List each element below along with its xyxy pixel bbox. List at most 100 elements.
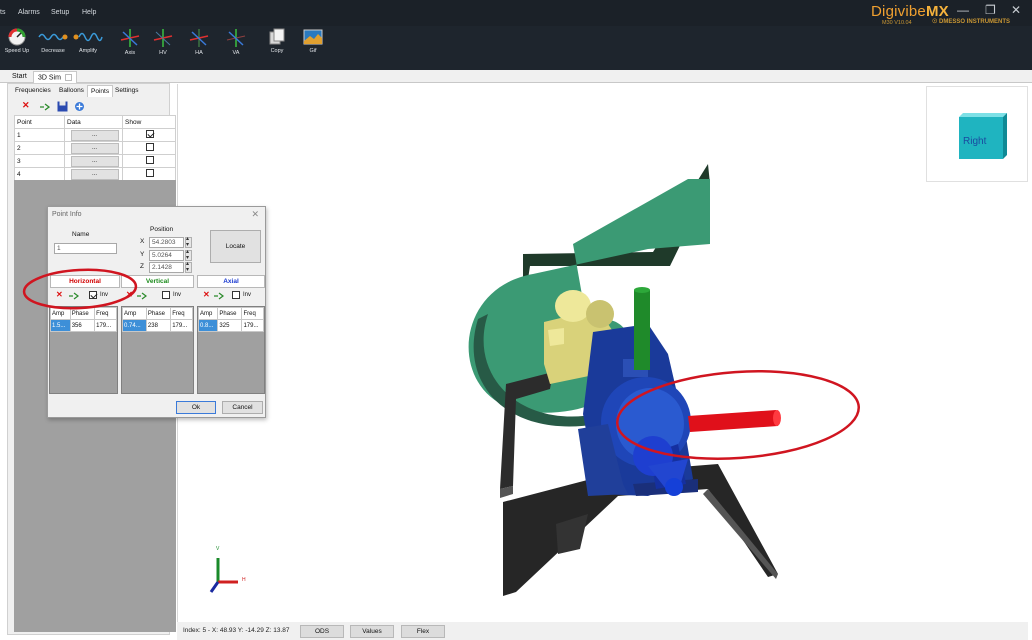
decrease-button[interactable]: Decrease [37, 28, 69, 54]
amp-cell[interactable]: 1.5... [50, 319, 71, 332]
close-icon[interactable]: ✕ [251, 209, 259, 220]
add-point-icon[interactable] [74, 101, 85, 112]
horizontal-highlight-ellipse [22, 268, 138, 310]
menu-item-tools[interactable]: ts [0, 9, 5, 16]
status-bar: Index: 5 - X: 48.93 Y: -14.29 Z: 13.87 O… [177, 622, 1028, 640]
freq-cell[interactable]: 179... [170, 319, 193, 332]
va-axis-icon [226, 29, 246, 47]
name-field[interactable]: 1 [54, 243, 117, 254]
inv-checkbox[interactable] [232, 291, 240, 299]
freq-cell[interactable]: 179... [94, 319, 117, 332]
view-cube-face-label[interactable]: Right [963, 136, 986, 147]
locate-button[interactable]: Locate [210, 230, 261, 263]
menu-item-setup[interactable]: Setup [51, 9, 69, 16]
tab-frequencies[interactable]: Frequencies [12, 85, 54, 97]
dialog-title: Point Info [52, 211, 82, 218]
va-button[interactable]: VA [225, 28, 247, 56]
menu-item-help[interactable]: Help [82, 9, 96, 16]
amplify-button[interactable]: Amplify [72, 28, 104, 54]
3d-viewport[interactable]: V H Right [177, 84, 1028, 622]
tab-points[interactable]: Points [87, 85, 114, 97]
column-header: Data [64, 115, 123, 129]
menu-item-alarms[interactable]: Alarms [18, 9, 40, 16]
axis-icon [120, 29, 140, 47]
axis-button[interactable]: Axis [119, 28, 141, 56]
show-checkbox[interactable] [146, 130, 154, 138]
minimize-icon[interactable]: — [957, 3, 969, 17]
hv-button[interactable]: HV [152, 28, 174, 56]
tab-settings[interactable]: Settings [112, 85, 142, 97]
column-header: Point [14, 115, 65, 129]
close-icon[interactable]: ✕ [1011, 3, 1021, 17]
speed-up-button[interactable]: Speed Up [4, 28, 30, 54]
ods-button[interactable]: ODS [300, 625, 344, 638]
point-id: 1 [14, 128, 65, 142]
axial-header: Axial [197, 275, 265, 288]
delete-icon[interactable]: ✕ [22, 100, 30, 111]
z-field[interactable]: 2.1428 [149, 262, 184, 273]
amp-cell[interactable]: 0.8... [197, 319, 219, 332]
point-id: 2 [14, 141, 65, 155]
freq-cell[interactable]: 179... [241, 319, 264, 332]
column-header: Amp [197, 307, 219, 320]
values-button[interactable]: Values [350, 625, 394, 638]
gif-icon [303, 29, 323, 45]
tab-start[interactable]: Start [8, 71, 31, 83]
show-checkbox[interactable] [146, 156, 154, 164]
grid-header-row: Amp Phase Freq [197, 307, 264, 320]
link-icon[interactable] [39, 102, 50, 112]
x-label: X [140, 238, 145, 245]
amp-cell[interactable]: 0.74... [122, 319, 147, 332]
hv-axis-icon [153, 29, 173, 47]
table-row[interactable]: 4 ... [14, 167, 176, 181]
point-id: 4 [14, 167, 65, 181]
z-spinner[interactable] [185, 260, 192, 273]
table-row[interactable]: 2 ... [14, 141, 176, 155]
phase-cell[interactable]: 325 [217, 319, 243, 332]
point-data-button[interactable]: ... [70, 155, 119, 167]
show-checkbox[interactable] [146, 169, 154, 177]
delete-icon[interactable]: ✕ [203, 290, 210, 299]
company-name: ☉ DMESSO INSTRUMENTS [932, 19, 1011, 25]
x-spinner[interactable] [185, 235, 192, 248]
sub-tabs: Frequencies Balloons Points Settings [8, 84, 171, 97]
inv-checkbox[interactable] [162, 291, 170, 299]
grid-row[interactable]: 1.5... 356 179... [50, 319, 117, 332]
point-data-button[interactable]: ... [70, 168, 119, 180]
phase-cell[interactable]: 238 [145, 319, 172, 332]
save-icon[interactable] [57, 101, 68, 112]
grid-row[interactable]: 0.8... 325 179... [197, 319, 264, 332]
column-header: Freq [241, 307, 264, 320]
gif-button[interactable]: Gif [302, 28, 324, 54]
point-id: 3 [14, 154, 65, 168]
y-field[interactable]: 5.0264 [149, 250, 184, 261]
tab-3d-sim[interactable]: 3D Sim [33, 71, 77, 83]
point-data-button[interactable]: ... [70, 142, 119, 154]
horizontal-vector [688, 410, 781, 432]
point-data-button[interactable]: ... [70, 129, 119, 141]
x-field[interactable]: 54.2803 [149, 237, 184, 248]
tab-close-icon[interactable] [64, 74, 72, 81]
copy-icon [269, 28, 285, 45]
vertical-grid: Amp Phase Freq 0.74... 238 179... [121, 306, 194, 394]
axial-tools: ✕ Inv [203, 289, 265, 302]
position-label: Position [150, 226, 174, 233]
inv-label: Inv [173, 292, 182, 298]
table-row[interactable]: 1 ... [14, 128, 176, 142]
ha-button[interactable]: HA [188, 28, 210, 56]
grid-row[interactable]: 0.74... 238 179... [122, 319, 193, 332]
inv-label: Inv [243, 292, 252, 298]
flex-button[interactable]: Flex [401, 625, 445, 638]
machine-model[interactable] [178, 84, 1029, 622]
ok-button[interactable]: Ok [176, 401, 216, 414]
restore-icon[interactable]: ❐ [985, 3, 996, 17]
name-label: Name [72, 231, 90, 238]
column-header: Show [122, 115, 176, 129]
copy-button[interactable]: Copy [266, 28, 288, 54]
phase-cell[interactable]: 356 [69, 319, 96, 332]
show-checkbox[interactable] [146, 143, 154, 151]
table-row[interactable]: 3 ... [14, 154, 176, 168]
link-icon[interactable] [214, 292, 224, 300]
cancel-button[interactable]: Cancel [222, 401, 263, 414]
tab-balloons[interactable]: Balloons [56, 85, 87, 97]
